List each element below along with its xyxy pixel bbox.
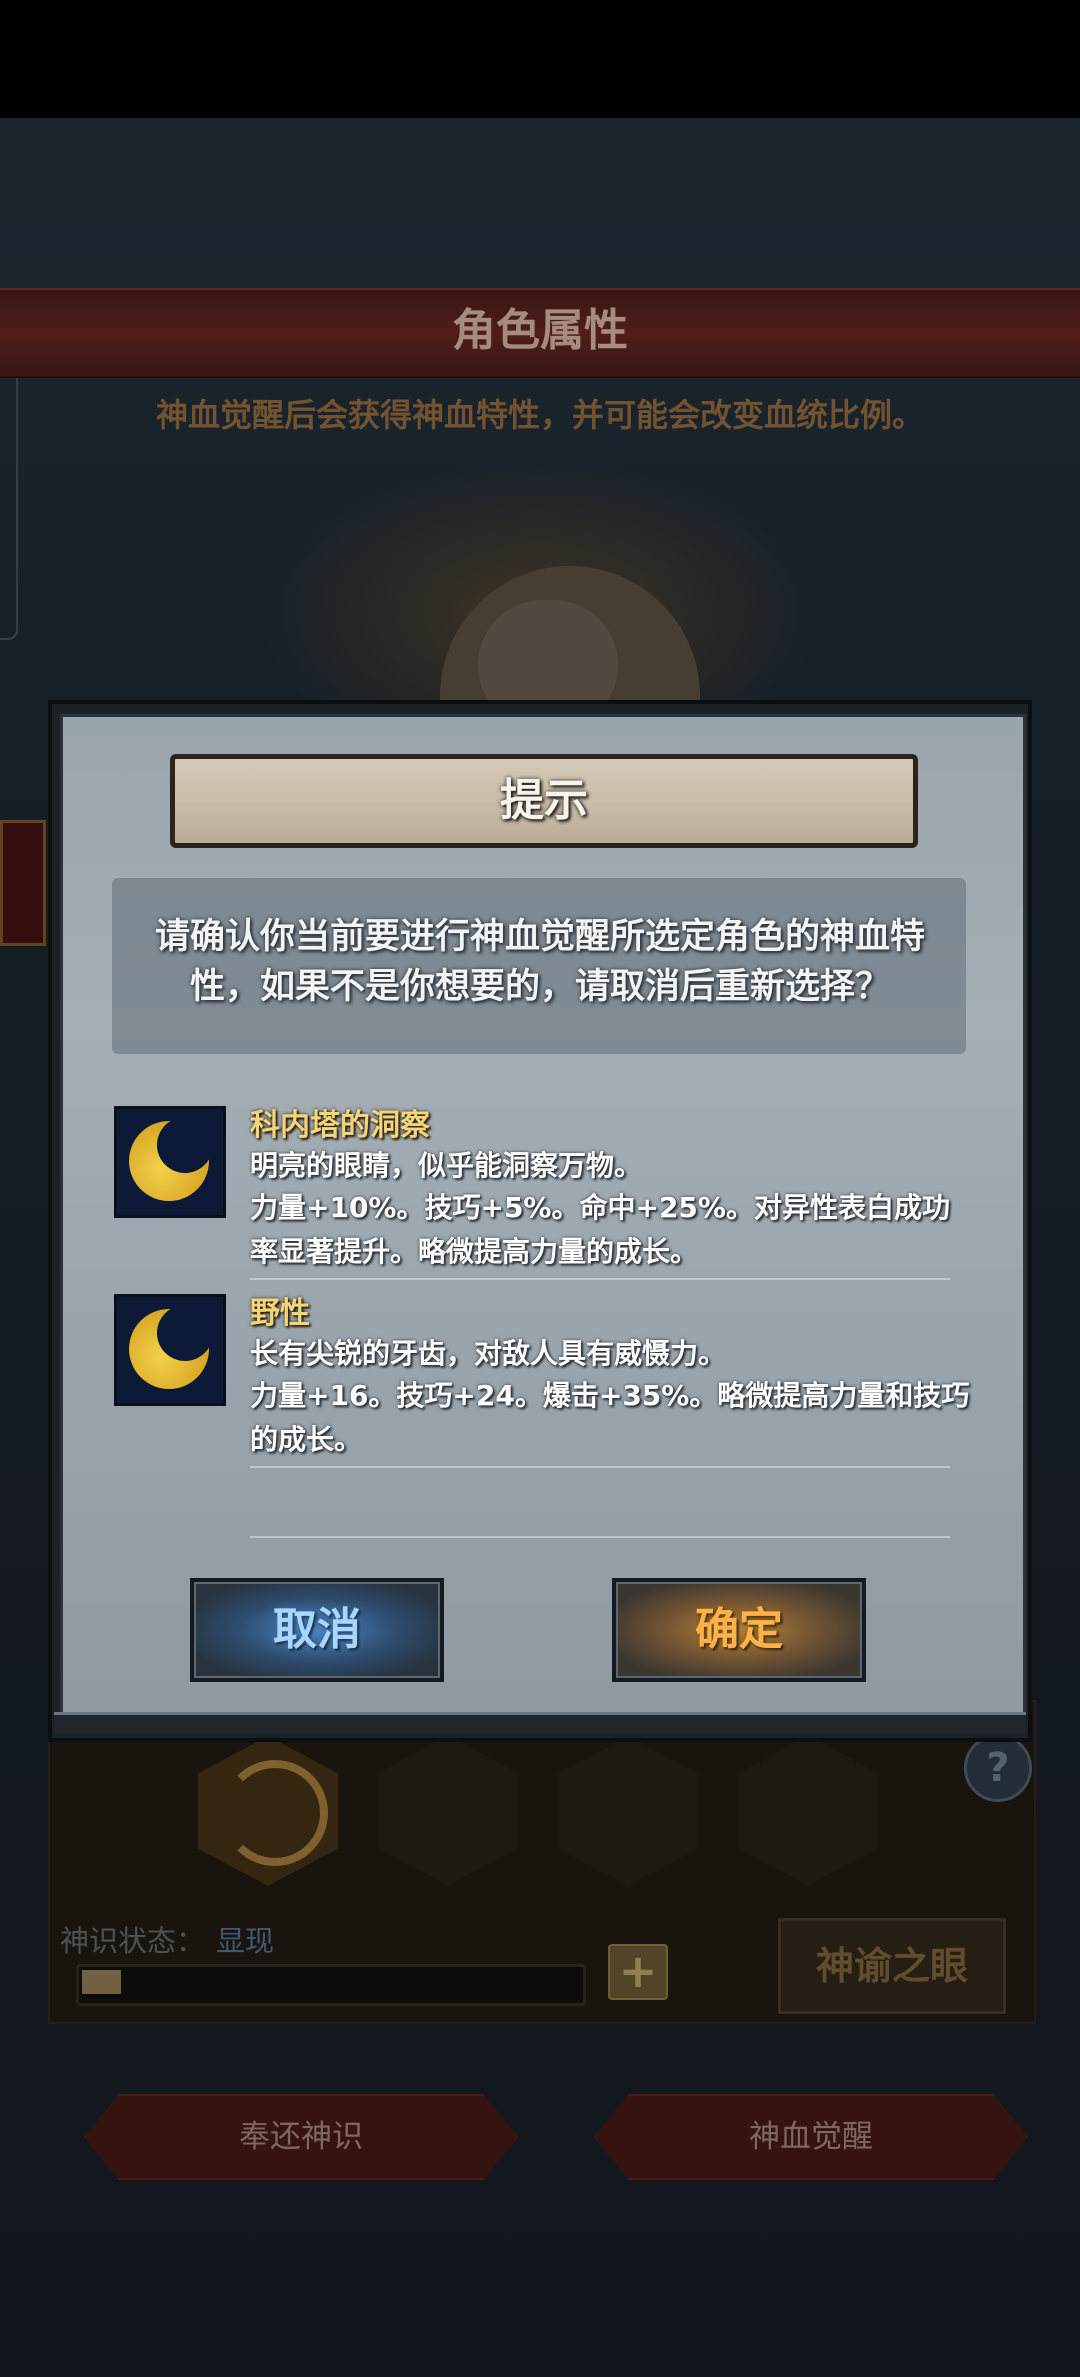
crescent-moon-icon [114,1106,226,1218]
dialog-title: 提示 [500,775,588,826]
trait-divider [250,1466,950,1468]
trait-description: 明亮的眼睛，似乎能洞察万物。 [250,1149,643,1182]
trait-name: 科内塔的洞察 [250,1108,430,1143]
crescent-moon-icon [114,1294,226,1406]
trait-description: 长有尖锐的牙齿，对敌人具有威慑力。 [250,1337,727,1370]
dialog-bottom-frame [54,1712,1026,1735]
trait-divider [250,1278,950,1280]
confirm-button-label[interactable]: 确定 [612,1578,866,1682]
trait-name: 野性 [250,1296,310,1331]
dialog-message: 请确认你当前要进行神血觉醒所选定角色的神血特性，如果不是你想要的，请取消后重新选… [154,917,925,1007]
trait-divider [250,1536,950,1538]
trait-effects: 力量+16。技巧+24。爆击+35%。略微提高力量和技巧的成长。 [250,1379,970,1456]
cancel-button-label[interactable]: 取消 [190,1578,444,1682]
trait-effects: 力量+10%。技巧+5%。命中+25%。对异性表白成功率显著提升。略微提高力量的… [250,1191,950,1268]
